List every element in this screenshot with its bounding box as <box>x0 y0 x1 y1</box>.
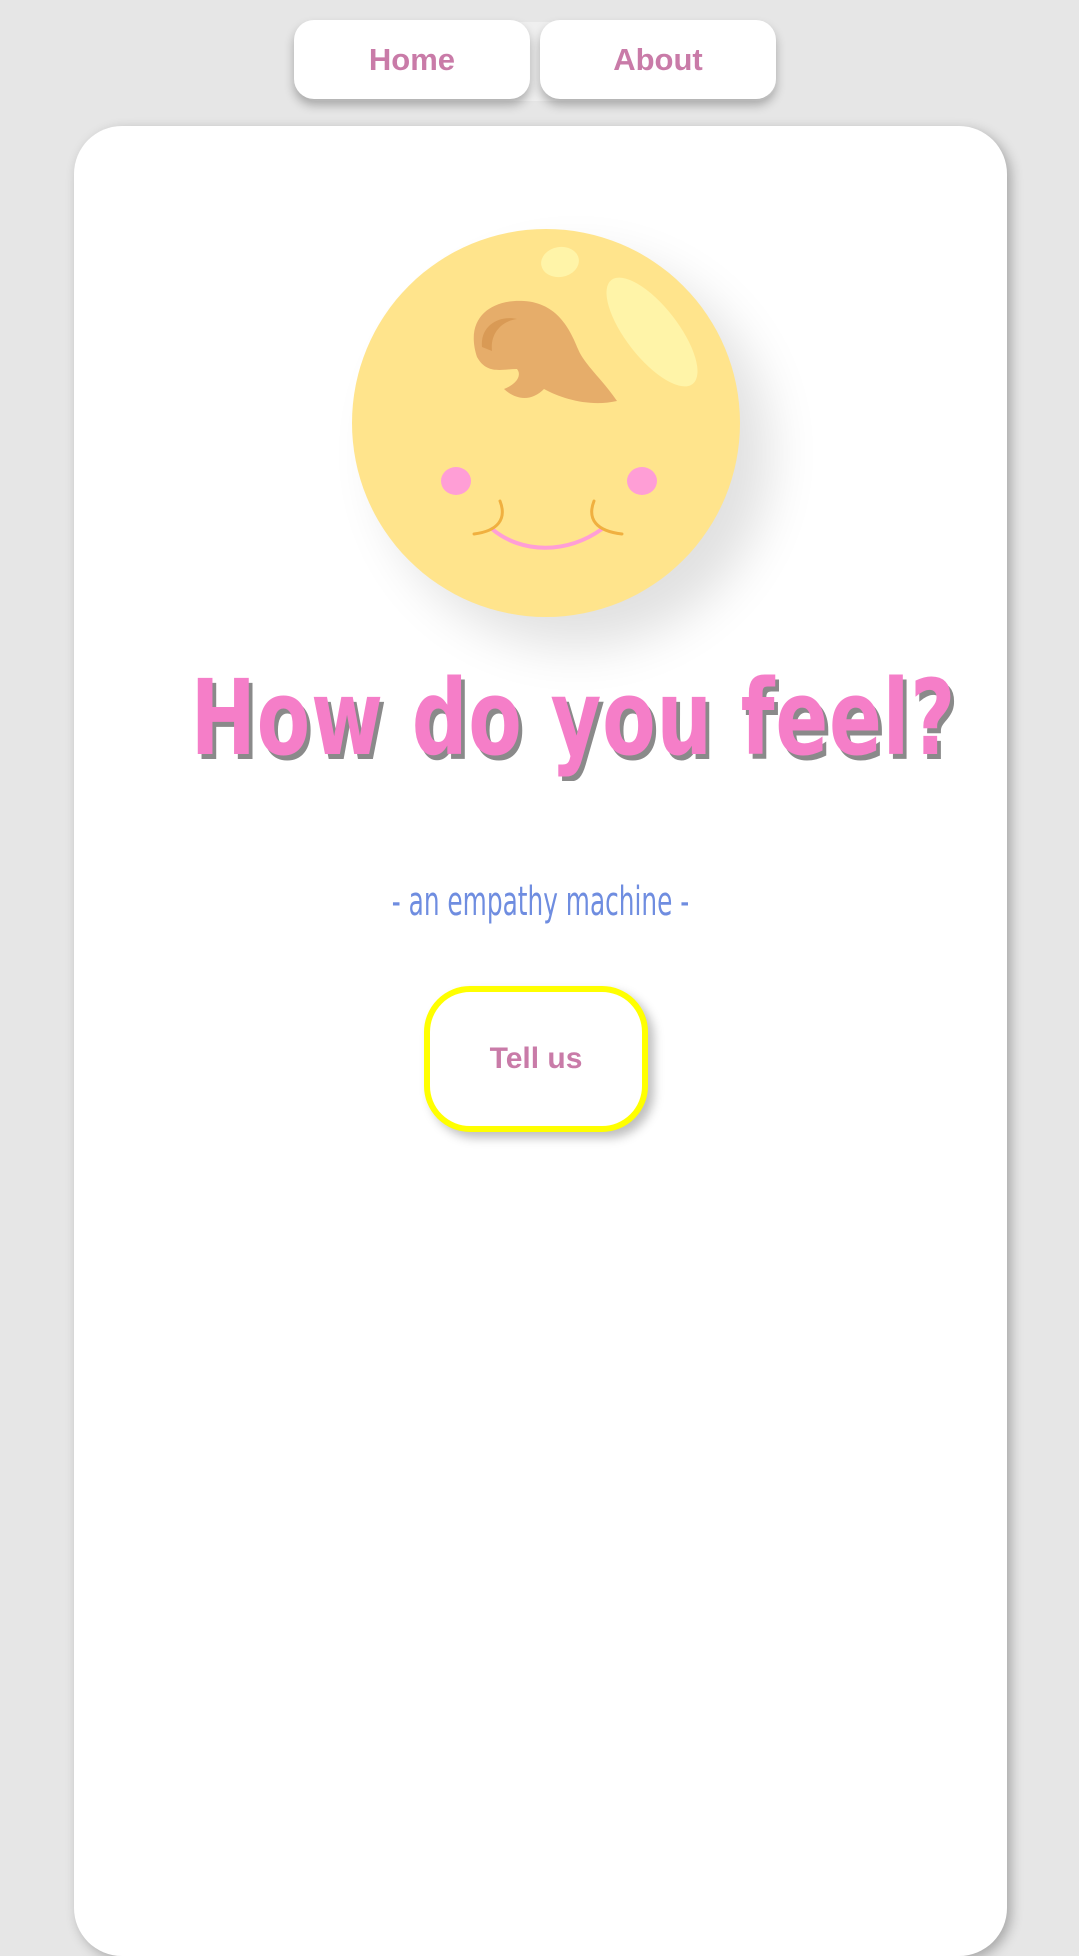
smile-left-dimple-icon <box>472 499 504 536</box>
nav-home-label: Home <box>368 41 456 77</box>
page-subtitle: - an empathy machine - <box>391 879 690 925</box>
page-title: How do you feel? <box>190 657 957 779</box>
tell-us-label: Tell us <box>489 1042 583 1075</box>
smiling-baby-face-icon <box>352 229 740 617</box>
tell-us-button[interactable]: Tell us <box>424 986 648 1132</box>
face-highlight-large <box>606 277 698 387</box>
nav-home-button[interactable]: Home <box>294 20 530 99</box>
smile-right-dimple-icon <box>590 499 624 536</box>
left-cheek-icon <box>441 467 471 495</box>
nav-about-label: About <box>613 41 703 77</box>
smile-mouth-icon <box>490 527 604 550</box>
top-nav: Home About <box>293 20 780 101</box>
hair-curl-icon <box>473 300 617 404</box>
face-highlight-small <box>541 246 579 278</box>
right-cheek-icon <box>627 467 657 495</box>
nav-about-button[interactable]: About <box>540 20 776 99</box>
